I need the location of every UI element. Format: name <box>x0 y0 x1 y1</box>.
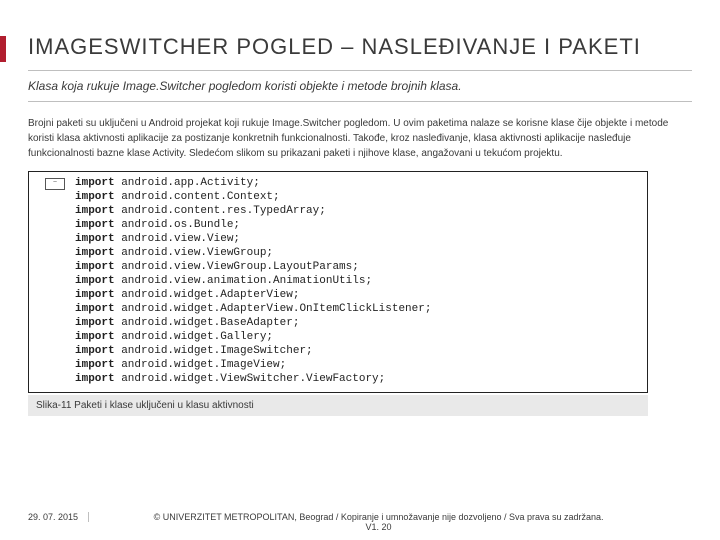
footer-version: V1. 20 <box>102 522 656 532</box>
footer-date: 29. 07. 2015 <box>28 512 89 522</box>
body-paragraph: Brojni paketi su uključeni u Android pro… <box>28 116 692 161</box>
subtitle: Klasa koja rukuje Image.Switcher pogledo… <box>28 70 692 102</box>
collapse-icon[interactable]: − <box>45 178 65 190</box>
code-gutter: − <box>35 176 75 190</box>
page-title: IMAGESWITCHER POGLED – NASLEĐIVANJE I PA… <box>28 34 692 60</box>
footer: 29. 07. 2015 © UNIVERZITET METROPOLITAN,… <box>28 512 692 532</box>
footer-copyright: © UNIVERZITET METROPOLITAN, Beograd / Ko… <box>102 512 656 532</box>
code-block: − import android.app.Activity; import an… <box>28 171 648 393</box>
accent-bar <box>0 36 6 62</box>
figure-caption: Slika-11 Paketi i klase uključeni u klas… <box>28 395 648 416</box>
slide-page: IMAGESWITCHER POGLED – NASLEĐIVANJE I PA… <box>0 0 720 540</box>
code-lines: import android.app.Activity; import andr… <box>75 176 431 386</box>
footer-copyright-text: © UNIVERZITET METROPOLITAN, Beograd / Ko… <box>102 512 656 522</box>
